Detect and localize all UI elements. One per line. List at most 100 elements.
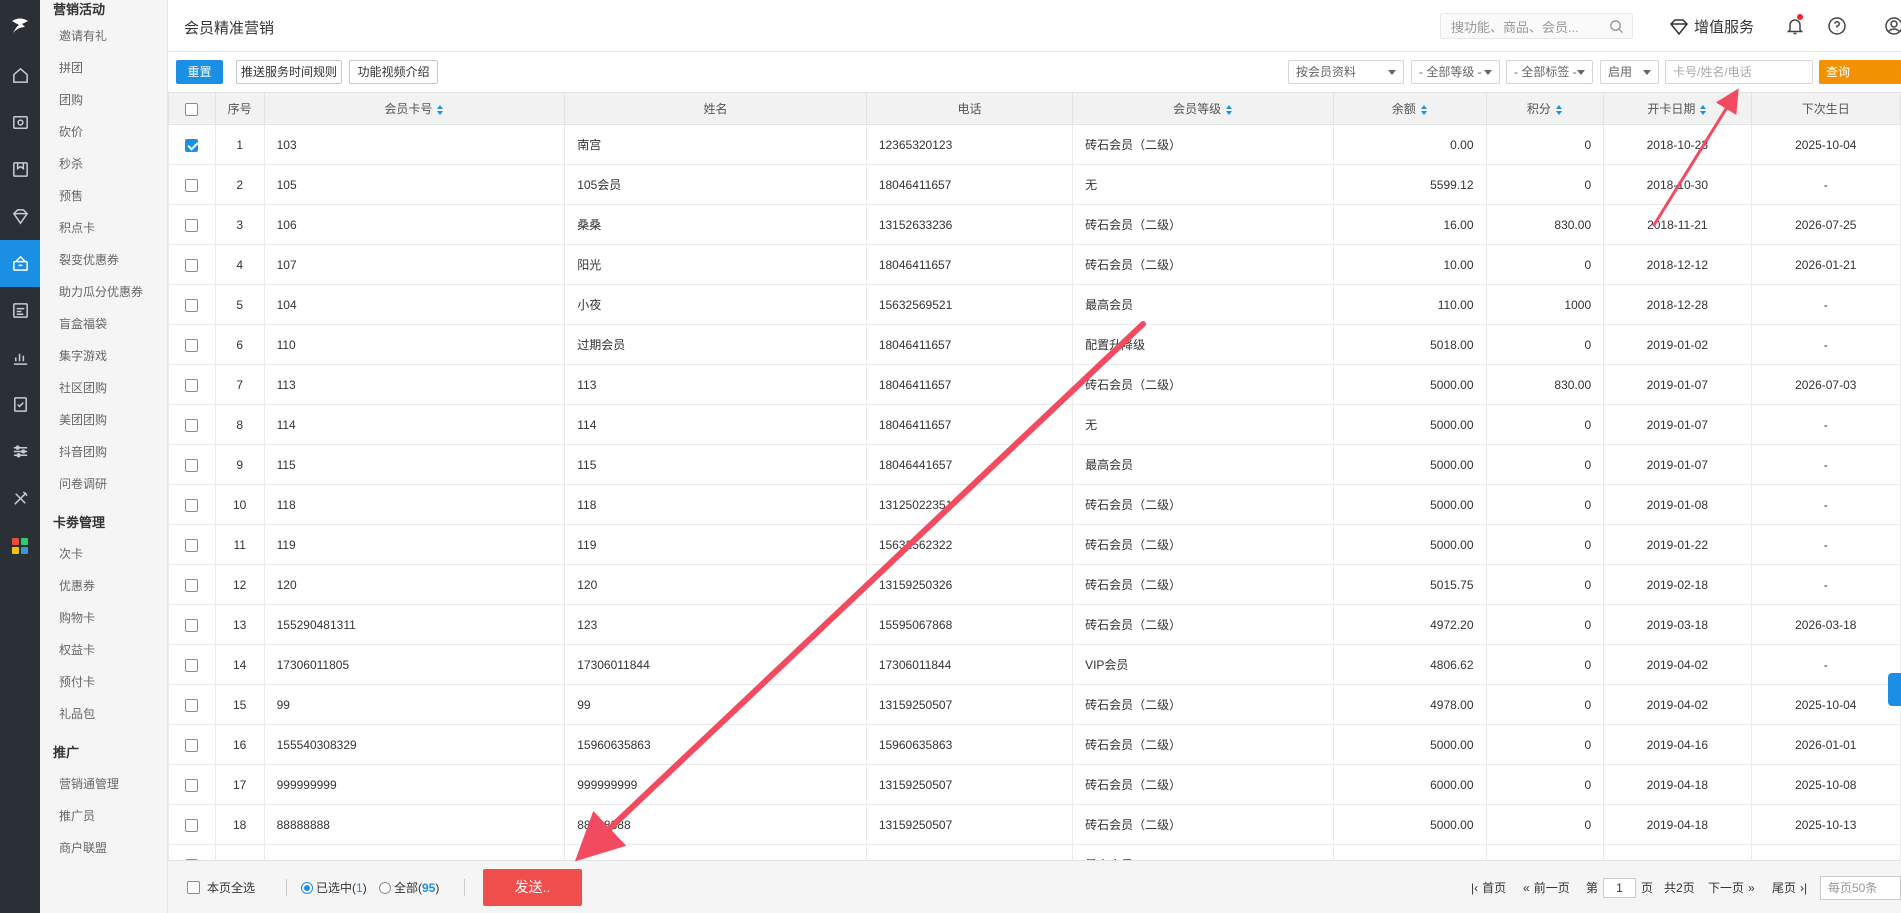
table-row[interactable]: 12 120 120 13159250326 砖石会员（二级） 5015.75 0 2019-… xyxy=(168,564,1901,605)
row-checkbox[interactable] xyxy=(185,658,199,672)
menu-item[interactable]: 拼团 xyxy=(40,52,167,84)
row-checkbox[interactable] xyxy=(185,298,199,312)
select-page-checkbox[interactable] xyxy=(187,881,200,894)
select-all-checkbox[interactable] xyxy=(185,102,199,116)
chart-icon[interactable] xyxy=(0,334,40,381)
menu-item[interactable]: 推广员 xyxy=(40,800,167,832)
tools-icon[interactable] xyxy=(0,475,40,522)
row-checkbox[interactable] xyxy=(185,698,199,712)
menu-item[interactable]: 社区团购 xyxy=(40,372,167,404)
table-row[interactable]: 10 118 118 13125022351 砖石会员（二级） 5000.00 0 2019-… xyxy=(168,484,1901,525)
table-row[interactable]: 5 104 小夜 15632569521 最高会员 110.00 1000 2018-12-2… xyxy=(168,284,1901,325)
row-select-cell[interactable] xyxy=(168,564,216,605)
send-button[interactable]: 发送.. xyxy=(483,869,582,906)
row-checkbox[interactable] xyxy=(185,178,199,192)
next-page-link[interactable]: 下一页» xyxy=(1708,861,1755,913)
table-row[interactable]: 13 155290481311 123 15595067868 砖石会员（二级） 4972… xyxy=(168,604,1901,645)
sort-icon[interactable] xyxy=(437,104,444,115)
report-icon[interactable] xyxy=(0,287,40,334)
row-checkbox[interactable] xyxy=(185,498,199,512)
member-icon[interactable] xyxy=(0,193,40,240)
menu-item[interactable]: 裂变优惠券 xyxy=(40,244,167,276)
row-checkbox[interactable] xyxy=(185,818,199,832)
row-checkbox[interactable] xyxy=(185,618,199,632)
radio-all[interactable] xyxy=(379,881,391,894)
row-checkbox[interactable] xyxy=(185,258,199,272)
page-number-input[interactable]: 1 xyxy=(1603,877,1637,898)
col-header-opened[interactable]: 开卡日期 xyxy=(1603,92,1752,125)
float-service-tab[interactable] xyxy=(1888,673,1901,706)
menu-item[interactable]: 砍价 xyxy=(40,116,167,148)
table-row[interactable]: 11 119 119 15632562322 砖石会员（二级） 5000.00 0 2019-… xyxy=(168,524,1901,565)
table-row[interactable]: 16 155540308329 15960635863 15960635863 砖石会员… xyxy=(168,724,1901,765)
row-select-cell[interactable] xyxy=(168,844,216,860)
row-checkbox[interactable] xyxy=(185,738,199,752)
selected-radio[interactable]: 已选中(1) xyxy=(301,861,367,913)
row-select-cell[interactable] xyxy=(168,604,216,645)
page-size-select[interactable]: 每页50条 xyxy=(1820,876,1901,900)
query-button[interactable]: 查询 xyxy=(1819,60,1901,84)
row-checkbox[interactable] xyxy=(185,458,199,472)
home-icon[interactable] xyxy=(0,52,40,99)
row-checkbox[interactable] xyxy=(185,778,199,792)
first-page-link[interactable]: |‹ 首页 xyxy=(1471,861,1506,913)
menu-item[interactable]: 权益卡 xyxy=(40,634,167,666)
select-page-toggle[interactable]: 本页全选 xyxy=(187,861,255,913)
sort-icon[interactable] xyxy=(1700,104,1707,115)
row-select-cell[interactable] xyxy=(168,284,216,325)
menu-item[interactable]: 问卷调研 xyxy=(40,468,167,500)
reset-button[interactable]: 重置 xyxy=(176,60,223,84)
sort-icon[interactable] xyxy=(1555,104,1563,115)
row-checkbox[interactable] xyxy=(185,418,199,432)
keyword-input[interactable]: 卡号/姓名/电话 xyxy=(1665,60,1813,84)
search-icon[interactable] xyxy=(1609,19,1624,34)
table-row[interactable]: 6 110 过期会员 18046411657 配置升降级 5018.00 0 2019-01-… xyxy=(168,324,1901,365)
table-row[interactable]: 18 88888888 88888888 13159250507 砖石会员（二级） 500… xyxy=(168,804,1901,845)
push-rules-button[interactable]: 推送服务时间规则 xyxy=(236,60,342,84)
sort-icon[interactable] xyxy=(1420,104,1428,115)
status-select[interactable]: 启用 xyxy=(1600,60,1659,84)
marketing-icon[interactable] xyxy=(0,240,40,287)
sort-icon[interactable] xyxy=(1226,104,1233,115)
row-select-cell[interactable] xyxy=(168,444,216,485)
table-row[interactable]: 8 114 114 18046411657 无 5000.00 0 2019-01-07- xyxy=(168,404,1901,445)
table-row[interactable]: 1 103 南宫 12365320123 砖石会员（二级） 0.00 0 2018-10-23… xyxy=(168,124,1901,165)
filter-by-select[interactable]: 按会员资料 xyxy=(1288,60,1404,84)
level-select[interactable]: - 全部等级 - xyxy=(1411,60,1500,84)
row-select-cell[interactable] xyxy=(168,124,216,165)
last-page-link[interactable]: 尾页 ›| xyxy=(1772,861,1807,913)
menu-item[interactable]: 预售 xyxy=(40,180,167,212)
row-checkbox[interactable] xyxy=(185,218,199,232)
apps-icon[interactable] xyxy=(0,522,40,569)
row-select-cell[interactable] xyxy=(168,724,216,765)
row-select-cell[interactable] xyxy=(168,484,216,525)
user-icon[interactable] xyxy=(1884,16,1901,36)
menu-item[interactable]: 美团团购 xyxy=(40,404,167,436)
row-select-cell[interactable] xyxy=(168,684,216,725)
store-icon[interactable] xyxy=(0,99,40,146)
row-select-cell[interactable] xyxy=(168,804,216,845)
row-select-cell[interactable] xyxy=(168,524,216,565)
menu-item[interactable]: 抖音团购 xyxy=(40,436,167,468)
menu-item[interactable]: 团购 xyxy=(40,84,167,116)
row-checkbox[interactable] xyxy=(185,578,199,592)
menu-item[interactable]: 秒杀 xyxy=(40,148,167,180)
table-row[interactable]: 17 999999999 999999999 13159250507 砖石会员（二级） 6… xyxy=(168,764,1901,805)
table-row[interactable]: 7 113 113 18046411657 砖石会员（二级） 5000.00 830.00 2… xyxy=(168,364,1901,405)
row-select-cell[interactable] xyxy=(168,364,216,405)
help-icon[interactable] xyxy=(1827,16,1847,36)
table-row[interactable]: 15 99 99 13159250507 砖石会员（二级） 4978.00 0 2019-04… xyxy=(168,684,1901,725)
row-select-cell[interactable] xyxy=(168,164,216,205)
menu-item[interactable]: 优惠券 xyxy=(40,570,167,602)
settings-icon[interactable] xyxy=(0,428,40,475)
menu-item[interactable]: 商户联盟 xyxy=(40,832,167,864)
row-checkbox[interactable] xyxy=(185,378,199,392)
menu-item[interactable]: 集字游戏 xyxy=(40,340,167,372)
tag-select[interactable]: - 全部标签 - xyxy=(1506,60,1593,84)
global-search-input[interactable]: 搜功能、商品、会员... xyxy=(1440,13,1633,39)
row-select-cell[interactable] xyxy=(168,324,216,365)
select-all-header[interactable] xyxy=(168,92,216,125)
row-select-cell[interactable] xyxy=(168,404,216,445)
menu-item[interactable]: 邀请有礼 xyxy=(40,20,167,52)
table-row[interactable]: 2 105 105会员 18046411657 无 5599.12 0 2018-10-30- xyxy=(168,164,1901,205)
